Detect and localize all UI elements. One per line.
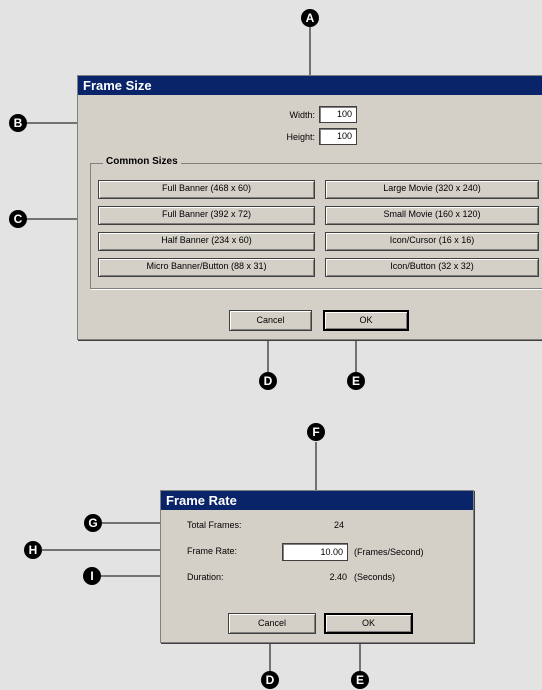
- size-button-full-banner-392[interactable]: Full Banner (392 x 72): [98, 206, 315, 225]
- size-button-small-movie[interactable]: Small Movie (160 x 120): [325, 206, 539, 225]
- frame-size-title: Frame Size: [78, 76, 542, 95]
- callout-e1: E: [347, 372, 365, 390]
- frame-rate-cancel-button[interactable]: Cancel: [228, 613, 316, 634]
- duration-value: 2.40: [329, 572, 347, 582]
- frame-rate-label: Frame Rate:: [187, 546, 238, 556]
- frame-rate-unit: (Frames/Second): [354, 547, 424, 557]
- frame-rate-title: Frame Rate: [161, 491, 473, 510]
- size-button-large-movie[interactable]: Large Movie (320 x 240): [325, 180, 539, 199]
- size-button-icon-button[interactable]: Icon/Button (32 x 32): [325, 258, 539, 277]
- total-frames-value: 24: [333, 520, 344, 530]
- width-field[interactable]: 100: [319, 106, 357, 123]
- callout-b: B: [9, 114, 27, 132]
- size-button-full-banner-468[interactable]: Full Banner (468 x 60): [98, 180, 315, 199]
- callout-a: A: [301, 9, 319, 27]
- height-field[interactable]: 100: [319, 128, 357, 145]
- frame-rate-dialog: Frame Rate Total Frames: 24 Frame Rate: …: [160, 490, 474, 643]
- frame-rate-field[interactable]: 10.00: [282, 543, 348, 561]
- height-label: Height:: [286, 132, 315, 142]
- common-sizes-legend: Common Sizes: [103, 156, 181, 167]
- callout-i: I: [83, 567, 101, 585]
- callout-c: C: [9, 210, 27, 228]
- frame-size-dialog: Frame Size Width: 100 Height: 100 Common…: [77, 75, 542, 340]
- total-frames-label: Total Frames:: [187, 520, 242, 530]
- size-button-micro-banner[interactable]: Micro Banner/Button (88 x 31): [98, 258, 315, 277]
- callout-f: F: [307, 423, 325, 441]
- size-button-half-banner[interactable]: Half Banner (234 x 60): [98, 232, 315, 251]
- callout-g: G: [84, 514, 102, 532]
- duration-label: Duration:: [187, 572, 224, 582]
- callout-h: H: [24, 541, 42, 559]
- frame-size-ok-button[interactable]: OK: [323, 310, 409, 331]
- callout-d2: D: [261, 671, 279, 689]
- width-label: Width:: [289, 110, 315, 120]
- frame-rate-ok-button[interactable]: OK: [324, 613, 413, 634]
- callout-d1: D: [259, 372, 277, 390]
- callout-e2: E: [351, 671, 369, 689]
- frame-size-cancel-button[interactable]: Cancel: [229, 310, 312, 331]
- size-button-icon-cursor[interactable]: Icon/Cursor (16 x 16): [325, 232, 539, 251]
- duration-unit: (Seconds): [354, 572, 396, 582]
